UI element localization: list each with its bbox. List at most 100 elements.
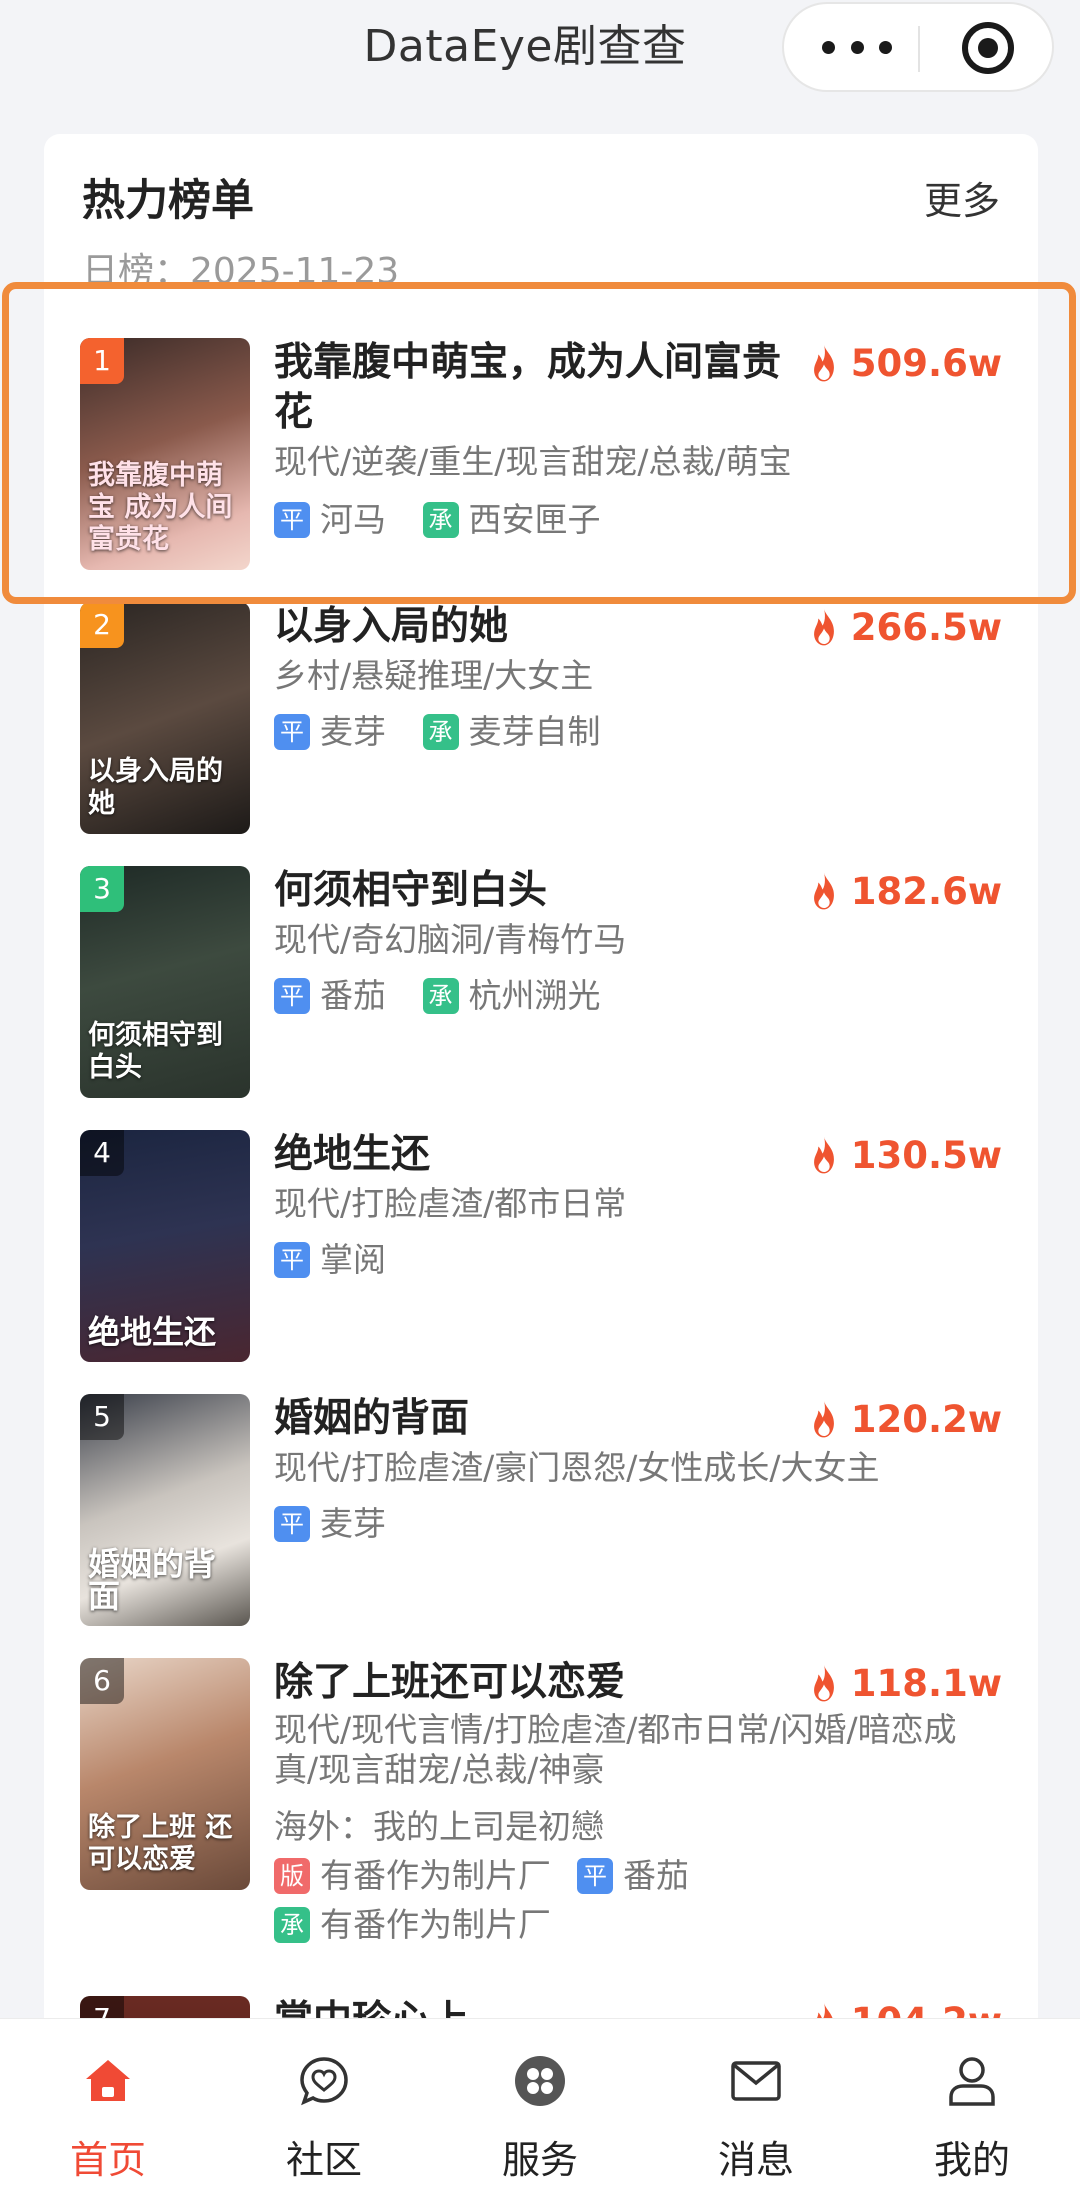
fire-icon: [813, 872, 834, 910]
fire-icon: [813, 1400, 834, 1438]
company-list: 平番茄 承杭州溯光: [274, 970, 998, 1019]
company-name: 有番作为制片厂: [320, 1905, 551, 1944]
rank-badge: 4: [80, 1130, 124, 1176]
company-name: 杭州溯光: [468, 976, 601, 1015]
company-producer: 承杭州溯光: [422, 973, 601, 1019]
mail-icon: [731, 2061, 781, 2101]
poster-text: 婚姻的背面: [88, 1545, 217, 1615]
company-platform: 平麦芽: [274, 1501, 386, 1547]
platform-badge: 平: [274, 1242, 310, 1278]
tab-messages[interactable]: 消息: [666, 2019, 846, 2194]
tab-services[interactable]: 服务: [450, 2019, 630, 2194]
rank-item-2[interactable]: 2 以身入局的她 以身入局的她 266.5w 乡村/悬疑推理/大女主 平麦芽 承…: [44, 602, 1038, 842]
company-list: 平河马 承西安匣子: [274, 494, 998, 543]
company-platform: 平河马: [274, 497, 386, 543]
heat-value-group: 130.5w: [807, 1130, 1002, 1180]
rank-item-4[interactable]: 4 绝地生还 绝地生还 130.5w 现代/打脸虐渣/都市日常 平掌阅: [44, 1130, 1038, 1370]
drama-title: 除了上班还可以恋爱: [274, 1660, 626, 1705]
company-name: 河马: [320, 500, 386, 539]
rank-list: 1 我靠腹中萌宝 成为人间富贵花 我靠腹中萌宝，成为人间富贵花 509.6w 现…: [44, 134, 1038, 2144]
capsule-divider: [918, 26, 920, 72]
company-producer: 承有番作为制片厂: [274, 1902, 551, 1948]
genre-tags: 现代/打脸虐渣/都市日常: [274, 1184, 627, 1223]
rank-item-5[interactable]: 5 婚姻的背面 婚姻的背面 120.2w 现代/打脸虐渣/豪门恩怨/女性成长/大…: [44, 1394, 1038, 1634]
grid-icon: [515, 2056, 565, 2106]
genre-tags: 现代/奇幻脑洞/青梅竹马: [274, 920, 627, 959]
poster-text: 除了上班 还可以恋爱: [88, 1812, 233, 1875]
tab-label: 首页: [69, 2138, 146, 2182]
company-platform: 平麦芽: [274, 709, 386, 755]
genre-tags: 现代/现代言情/打脸虐渣/都市日常/闪婚/暗恋成真/现言甜宠/总裁/神豪: [274, 1710, 957, 1789]
producer-badge: 承: [422, 502, 459, 538]
producer-badge: 承: [422, 978, 459, 1014]
heat-value: 130.5w: [850, 1133, 1002, 1177]
heat-value-group: 509.6w: [807, 338, 1002, 388]
heat-value: 120.2w: [850, 1397, 1002, 1441]
producer-badge: 承: [422, 714, 459, 750]
poster-image: 1 我靠腹中萌宝 成为人间富贵花: [80, 338, 250, 570]
fire-icon: [813, 344, 834, 382]
drama-title: 以身入局的她: [274, 604, 509, 649]
company-platform: 平番茄: [274, 973, 386, 1019]
company-name: 掌阅: [320, 1240, 386, 1279]
rank-item-6[interactable]: 6 除了上班 还可以恋爱 除了上班还可以恋爱 118.1w 现代/现代言情/打脸…: [44, 1658, 1038, 1988]
producer-badge: 承: [274, 1907, 310, 1943]
company-name: 麦芽自制: [468, 712, 601, 751]
heat-value: 509.6w: [850, 341, 1002, 385]
tab-label: 服务: [501, 2138, 578, 2182]
tab-home[interactable]: 首页: [18, 2019, 198, 2194]
heat-value: 182.6w: [850, 869, 1002, 913]
fire-icon: [813, 608, 834, 646]
drama-title: 绝地生还: [274, 1132, 431, 1177]
drama-title: 何须相守到白头: [274, 868, 548, 913]
company-list: 平掌阅: [274, 1234, 998, 1283]
top-nav-bar: DataEye剧查查: [0, 0, 1080, 100]
rank-item-1[interactable]: 1 我靠腹中萌宝 成为人间富贵花 我靠腹中萌宝，成为人间富贵花 509.6w 现…: [44, 338, 1038, 578]
company-platform: 平番茄: [577, 1853, 689, 1899]
heat-value-group: 118.1w: [807, 1658, 1002, 1708]
bottom-tab-bar: 首页 社区 服务 消息 我的: [0, 2018, 1080, 2194]
rank-item-3[interactable]: 3 何须相守到白头 何须相守到白头 182.6w 现代/奇幻脑洞/青梅竹马 平番…: [44, 866, 1038, 1106]
poster-text: 绝地生还: [88, 1313, 217, 1351]
poster-image: 2 以身入局的她: [80, 602, 250, 834]
close-target-icon[interactable]: [962, 22, 1014, 74]
platform-badge: 平: [274, 978, 310, 1014]
company-list: 平麦芽 承麦芽自制: [274, 706, 998, 755]
poster-image: 3 何须相守到白头: [80, 866, 250, 1098]
rank-badge: 6: [80, 1658, 124, 1704]
company-name: 番茄: [320, 976, 386, 1015]
rank-badge: 3: [80, 866, 124, 912]
drama-title: 我靠腹中萌宝，成为人间富贵花: [274, 340, 782, 435]
user-icon: [949, 2057, 995, 2106]
poster-image: 5 婚姻的背面: [80, 1394, 250, 1626]
rank-badge: 1: [80, 338, 124, 384]
heat-value: 266.5w: [850, 605, 1002, 649]
platform-badge: 平: [577, 1858, 613, 1894]
company-name: 麦芽: [320, 712, 386, 751]
tab-label: 社区: [285, 2138, 362, 2182]
tab-label: 我的: [933, 2138, 1010, 2182]
company-list: 平麦芽: [274, 1498, 998, 1547]
hot-ranking-card: 热力榜单 更多 日榜：2025-11-23 1 我靠腹中萌宝 成为人间富贵花 我…: [44, 134, 1038, 2144]
company-producer: 承西安匣子: [422, 497, 601, 543]
fire-icon: [813, 1136, 834, 1174]
heart-chat-icon: [300, 2057, 348, 2106]
overseas-title: 海外：我的上司是初戀: [274, 1807, 604, 1846]
company-name: 番茄: [623, 1856, 689, 1895]
company-producer: 承麦芽自制: [422, 709, 601, 755]
genre-tags: 乡村/悬疑推理/大女主: [274, 656, 594, 695]
tab-community[interactable]: 社区: [234, 2019, 414, 2194]
poster-image: 6 除了上班 还可以恋爱: [80, 1658, 250, 1890]
fire-icon: [813, 1664, 834, 1702]
more-options-icon[interactable]: [822, 4, 892, 90]
poster-text: 我靠腹中萌宝 成为人间富贵花: [88, 460, 233, 555]
poster-text: 何须相守到白头: [88, 1020, 223, 1083]
platform-badge: 平: [274, 714, 310, 750]
home-icon: [86, 2060, 130, 2101]
company-list: 版有番作为制片厂平番茄 承有番作为制片厂: [274, 1850, 998, 1948]
genre-tags: 现代/逆袭/重生/现言甜宠/总裁/萌宝: [274, 442, 792, 481]
heat-value: 118.1w: [850, 1661, 1002, 1705]
company-platform: 平掌阅: [274, 1237, 386, 1283]
copyright-badge: 版: [274, 1858, 310, 1894]
tab-profile[interactable]: 我的: [882, 2019, 1062, 2194]
